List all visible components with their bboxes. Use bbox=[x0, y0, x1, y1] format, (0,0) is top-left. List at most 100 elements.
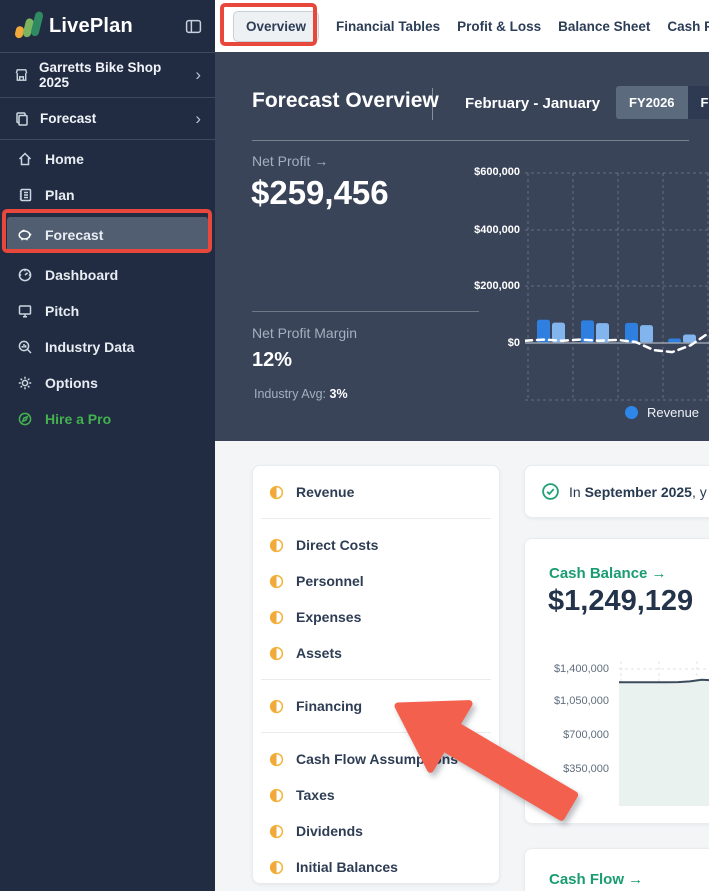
monitor-icon bbox=[17, 303, 33, 319]
home-icon bbox=[17, 151, 33, 167]
page-title: Forecast Overview bbox=[252, 89, 439, 113]
net-profit-value: $259,456 bbox=[251, 174, 389, 212]
net-profit-bar-chart bbox=[525, 162, 709, 408]
list-item[interactable]: Cash Flow Assumptions bbox=[253, 741, 499, 777]
sidebar-menu: Home Plan Forecast Dashboard Pitch Indus… bbox=[0, 140, 215, 437]
list-item-label: Initial Balances bbox=[296, 859, 398, 875]
net-profit-margin-value: 12% bbox=[252, 349, 292, 372]
half-circle-icon bbox=[269, 824, 284, 839]
menu-label: Options bbox=[45, 375, 98, 391]
sidebar-item-options[interactable]: Options bbox=[0, 365, 215, 401]
magnifier-chart-icon bbox=[17, 339, 33, 355]
fiscal-year-toggle: FY2026 FY2 bbox=[616, 86, 709, 119]
liveplan-logo-text: LivePlan bbox=[49, 15, 133, 38]
y-axis-tick: $400,000 bbox=[450, 224, 520, 236]
divider bbox=[261, 518, 491, 519]
notebook-icon bbox=[17, 187, 33, 203]
insight-message: In September 2025, y bbox=[569, 484, 707, 500]
list-item-label: Personnel bbox=[296, 573, 364, 589]
forecast-categories-card: Revenue Direct Costs Personnel Expenses Asse… bbox=[252, 465, 500, 884]
sidebar-item-plan[interactable]: Plan bbox=[0, 177, 215, 213]
half-circle-icon bbox=[269, 574, 284, 589]
list-item[interactable]: Initial Balances bbox=[253, 849, 499, 885]
cash-balance-card: Cash Balance → $1,249,129 $1,400,000 $1,… bbox=[524, 538, 709, 824]
cash-balance-link[interactable]: Cash Balance → bbox=[549, 565, 667, 582]
y-axis-tick: $1,050,000 bbox=[525, 695, 609, 707]
tab-financial-tables[interactable]: Financial Tables bbox=[336, 19, 440, 34]
half-circle-icon bbox=[269, 860, 284, 875]
industry-avg-label: Industry Avg: bbox=[254, 387, 326, 401]
list-item[interactable]: Personnel bbox=[253, 563, 499, 599]
pages-icon bbox=[14, 111, 30, 127]
half-circle-icon bbox=[269, 646, 284, 661]
list-item[interactable]: Taxes bbox=[253, 777, 499, 813]
y-axis-tick: $700,000 bbox=[525, 729, 609, 741]
insight-message-card[interactable]: In September 2025, y bbox=[524, 465, 709, 518]
menu-label: Home bbox=[45, 151, 84, 167]
sidebar-item-forecast-section[interactable]: Forecast › bbox=[0, 97, 215, 140]
tab-balance-sheet[interactable]: Balance Sheet bbox=[558, 19, 650, 34]
half-circle-icon bbox=[269, 752, 284, 767]
tab-overview[interactable]: Overview bbox=[233, 11, 319, 42]
chevron-right-icon: › bbox=[195, 65, 201, 85]
list-item-label: Assets bbox=[296, 645, 342, 661]
company-label: Garretts Bike Shop 2025 bbox=[39, 60, 185, 90]
storefront-icon bbox=[14, 67, 29, 83]
fy-tab-next[interactable]: FY2 bbox=[688, 86, 709, 119]
cash-flow-card: Cash Flow → bbox=[524, 848, 709, 891]
divider bbox=[252, 311, 479, 312]
cash-flow-link[interactable]: Cash Flow → bbox=[549, 871, 643, 888]
half-circle-icon bbox=[269, 610, 284, 625]
tab-cash-flow[interactable]: Cash Flow bbox=[667, 19, 709, 34]
list-item-label: Cash Flow Assumptions bbox=[296, 751, 458, 767]
sidebar-item-company[interactable]: Garretts Bike Shop 2025 › bbox=[0, 52, 215, 97]
gear-icon bbox=[17, 375, 33, 391]
sidebar-item-dashboard[interactable]: Dashboard bbox=[0, 257, 215, 293]
sidebar-item-forecast[interactable]: Forecast bbox=[7, 217, 208, 253]
half-circle-icon bbox=[269, 538, 284, 553]
y-axis-tick: $200,000 bbox=[450, 280, 520, 292]
sidebar: LivePlan Garretts Bike Shop 2025 › Forec… bbox=[0, 0, 215, 891]
chart-legend: Revenue bbox=[625, 405, 699, 420]
header-divider bbox=[432, 88, 433, 120]
insight-month: September 2025 bbox=[585, 484, 692, 500]
divider bbox=[261, 679, 491, 680]
divider bbox=[261, 732, 491, 733]
tab-profit-loss[interactable]: Profit & Loss bbox=[457, 19, 541, 34]
menu-label: Pitch bbox=[45, 303, 79, 319]
menu-label: Hire a Pro bbox=[45, 411, 111, 427]
y-axis-tick: $1,400,000 bbox=[525, 663, 609, 675]
menu-label: Forecast bbox=[45, 227, 103, 243]
sidebar-collapse-icon[interactable] bbox=[185, 18, 202, 35]
top-navigation: Overview Financial Tables Profit & Loss … bbox=[215, 0, 709, 52]
insight-prefix: In bbox=[569, 484, 585, 500]
revenue-legend-label: Revenue bbox=[647, 405, 699, 420]
industry-avg: Industry Avg: 3% bbox=[254, 387, 348, 401]
list-item[interactable]: Revenue bbox=[253, 474, 499, 510]
y-axis-tick: $350,000 bbox=[525, 763, 609, 775]
menu-label: Industry Data bbox=[45, 339, 134, 355]
list-item-label: Direct Costs bbox=[296, 537, 378, 553]
sidebar-item-home[interactable]: Home bbox=[0, 141, 215, 177]
period-label: February - January bbox=[465, 95, 600, 112]
compass-icon bbox=[17, 411, 33, 427]
y-axis-tick: $600,000 bbox=[450, 166, 520, 178]
menu-label: Plan bbox=[45, 187, 75, 203]
sidebar-item-hire-a-pro[interactable]: Hire a Pro bbox=[0, 401, 215, 437]
sidebar-item-pitch[interactable]: Pitch bbox=[0, 293, 215, 329]
fy-tab-selected[interactable]: FY2026 bbox=[616, 86, 688, 119]
list-item[interactable]: Financing bbox=[253, 688, 499, 724]
y-axis-tick: $0 bbox=[450, 337, 520, 349]
gauge-icon bbox=[17, 267, 33, 283]
cash-balance-area-chart bbox=[619, 655, 709, 806]
list-item[interactable]: Expenses bbox=[253, 599, 499, 635]
list-item[interactable]: Assets bbox=[253, 635, 499, 671]
list-item[interactable]: Dividends bbox=[253, 813, 499, 849]
list-item-label: Taxes bbox=[296, 787, 335, 803]
sidebar-item-industry-data[interactable]: Industry Data bbox=[0, 329, 215, 365]
net-profit-label[interactable]: Net Profit → bbox=[252, 153, 328, 169]
list-item-label: Dividends bbox=[296, 823, 363, 839]
list-item[interactable]: Direct Costs bbox=[253, 527, 499, 563]
half-circle-icon bbox=[269, 485, 284, 500]
menu-label: Dashboard bbox=[45, 267, 118, 283]
